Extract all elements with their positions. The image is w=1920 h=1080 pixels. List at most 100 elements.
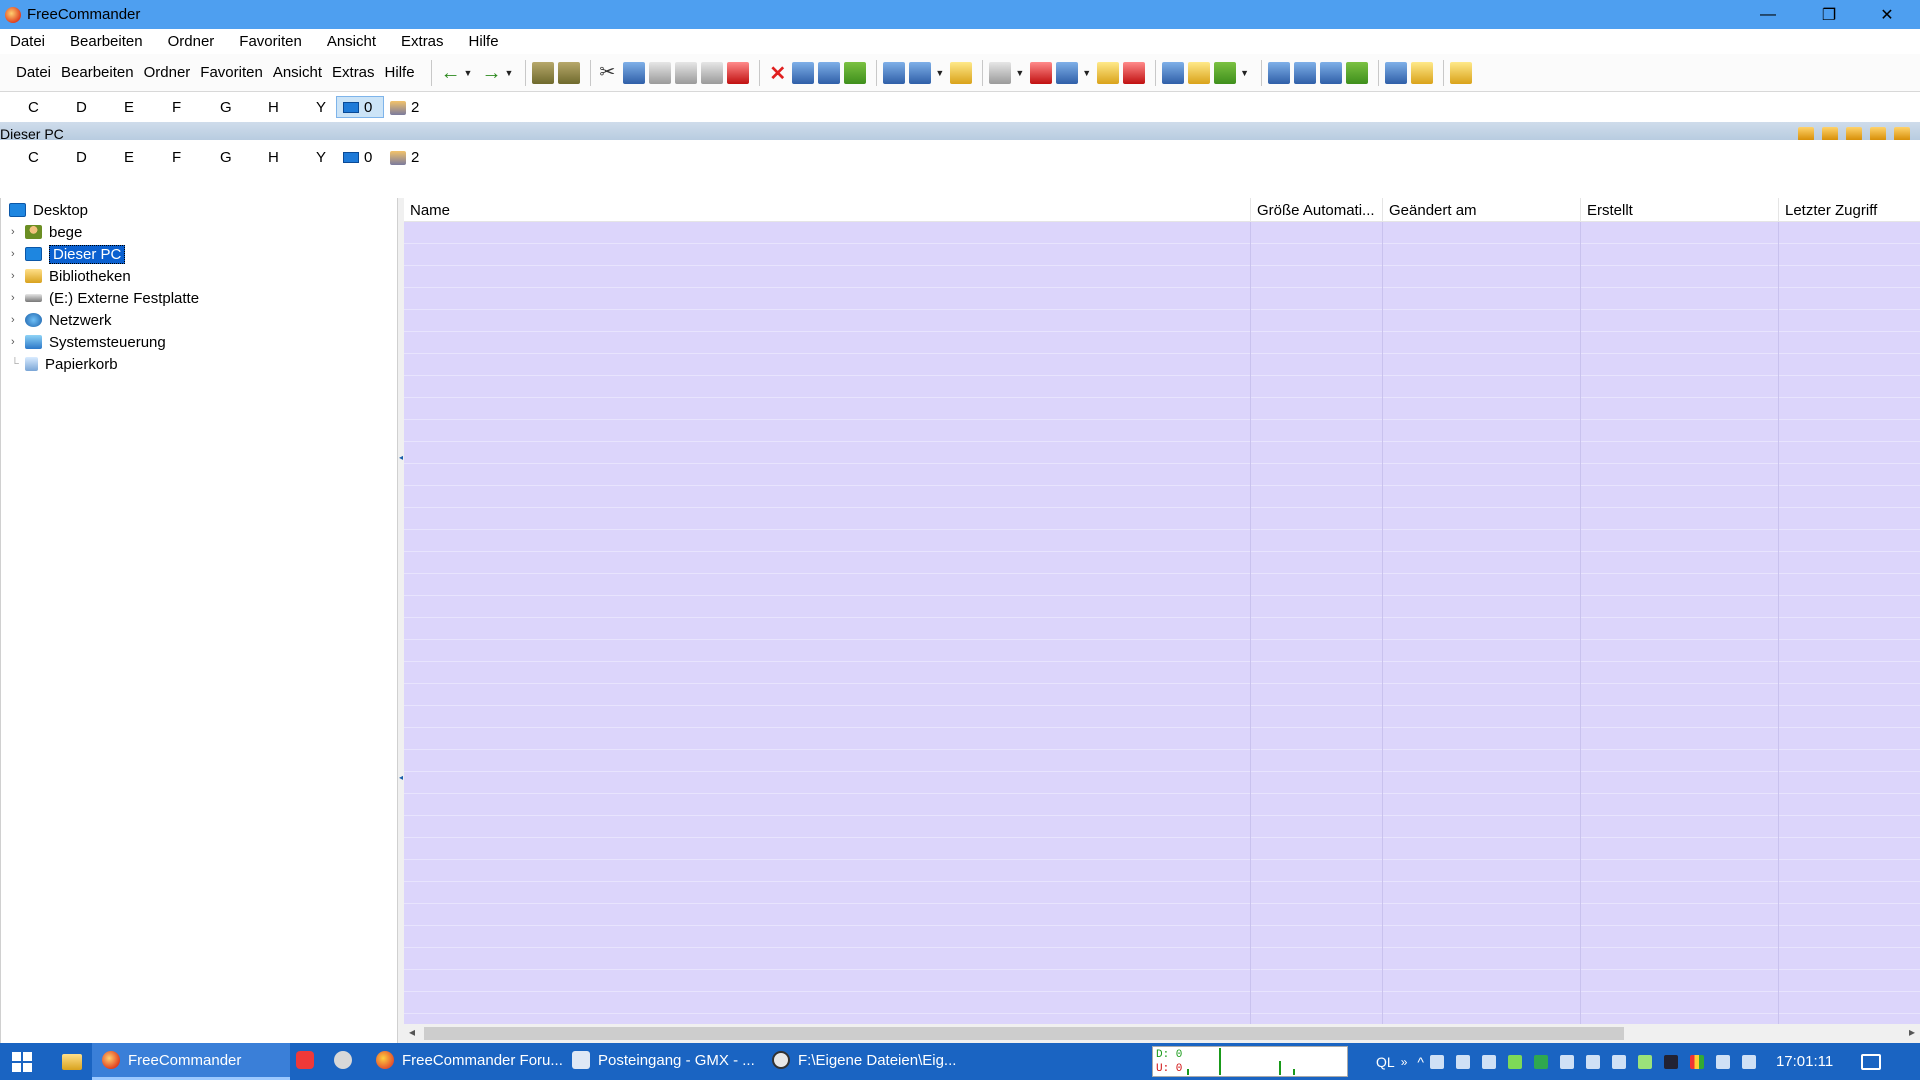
- drive-d-button[interactable]: D: [76, 149, 124, 166]
- back-arrow-icon[interactable]: [438, 62, 461, 85]
- column-header-size[interactable]: Größe Automati...: [1251, 198, 1383, 222]
- tree-node-dieser-pc[interactable]: › Dieser PC: [11, 243, 126, 265]
- tree-node-bibliotheken[interactable]: › Bibliotheken: [11, 265, 131, 287]
- hotlist-icon[interactable]: [1123, 61, 1146, 84]
- path-menu-icon[interactable]: [1894, 127, 1910, 140]
- tray-chat-icon[interactable]: [1611, 1054, 1626, 1069]
- drive-c-button[interactable]: C: [28, 99, 76, 116]
- current-path[interactable]: Dieser PC: [0, 126, 64, 140]
- forward-arrow-icon[interactable]: [478, 62, 501, 85]
- column-header-last-access[interactable]: Letzter Zugriff: [1779, 198, 1920, 222]
- pack-archive-icon[interactable]: [532, 61, 555, 84]
- drive-f-button[interactable]: F: [172, 149, 220, 166]
- menu-favoriten[interactable]: Favoriten: [239, 33, 315, 50]
- tree-node-desktop[interactable]: Desktop: [9, 199, 88, 221]
- network-drive-button[interactable]: 2: [390, 149, 438, 166]
- expand-chevron-icon[interactable]: ›: [11, 248, 21, 260]
- menu-ansicht[interactable]: Ansicht: [327, 33, 389, 50]
- column-header-name[interactable]: Name: [404, 198, 1251, 222]
- tray-keyboard-icon[interactable]: [1715, 1054, 1730, 1069]
- tray-app-icon[interactable]: [1559, 1054, 1574, 1069]
- path-home-icon[interactable]: [1870, 127, 1886, 140]
- settings-wand-icon[interactable]: [1411, 61, 1434, 84]
- this-pc-drive-button[interactable]: 0: [336, 149, 384, 166]
- file-explorer-icon[interactable]: [62, 1053, 82, 1070]
- quick-launch-label[interactable]: QL: [1376, 1054, 1395, 1070]
- delete-icon[interactable]: [766, 61, 788, 86]
- drive-e-button[interactable]: E: [124, 99, 172, 116]
- filter-icon[interactable]: [989, 61, 1012, 84]
- horizontal-scrollbar[interactable]: ◂ ▸: [404, 1024, 1920, 1043]
- multi-rename-icon[interactable]: [701, 61, 724, 84]
- tree-node-netzwerk[interactable]: › Netzwerk: [11, 309, 112, 331]
- favorites-icon[interactable]: [1030, 61, 1053, 84]
- properties-icon[interactable]: [909, 61, 932, 84]
- scroll-right-icon[interactable]: ▸: [1909, 1025, 1915, 1039]
- notifications-icon[interactable]: [1861, 1053, 1882, 1070]
- tray-lock-icon[interactable]: [1663, 1054, 1678, 1069]
- toolbar-menu-hilfe[interactable]: Hilfe: [385, 64, 415, 81]
- view-dropdown-icon[interactable]: ▼: [1240, 68, 1249, 78]
- copy-icon[interactable]: [623, 61, 646, 84]
- expand-chevron-icon[interactable]: ›: [11, 292, 21, 304]
- favorite-toolbar-icon[interactable]: [1056, 61, 1079, 84]
- vertical-split-icon[interactable]: [1294, 61, 1317, 84]
- tree-node-external-drive[interactable]: › (E:) Externe Festplatte: [11, 287, 199, 309]
- command-line-icon[interactable]: [1385, 61, 1408, 84]
- drive-c-button[interactable]: C: [28, 149, 76, 166]
- toolbar-menu-favoriten[interactable]: Favoriten: [200, 64, 263, 81]
- this-pc-drive-button[interactable]: 0: [336, 96, 384, 118]
- taskbar-item-mail[interactable]: Posteingang - GMX - ...: [562, 1043, 762, 1080]
- clock[interactable]: 17:01:11: [1776, 1053, 1833, 1070]
- drive-h-button[interactable]: H: [268, 149, 316, 166]
- toolbar-menu-ordner[interactable]: Ordner: [144, 64, 191, 81]
- drive-f-button[interactable]: F: [172, 99, 220, 116]
- toolbar-expand-icon[interactable]: »: [1401, 1055, 1408, 1069]
- drive-y-button[interactable]: Y: [316, 149, 336, 166]
- show-hidden-icons-icon[interactable]: ^: [1417, 1054, 1424, 1070]
- synchronize-icon[interactable]: [844, 61, 867, 84]
- path-history-icon[interactable]: [1846, 127, 1862, 140]
- favorites-dropdown-icon[interactable]: ▼: [1082, 68, 1091, 78]
- drive-g-button[interactable]: G: [220, 149, 268, 166]
- history-icon[interactable]: [1097, 61, 1120, 84]
- drive-e-button[interactable]: E: [124, 149, 172, 166]
- attributes-icon[interactable]: [727, 61, 750, 84]
- tray-app-icon[interactable]: [1507, 1054, 1522, 1069]
- taskbar-item-app[interactable]: [328, 1043, 366, 1080]
- new-folder-icon[interactable]: [950, 61, 973, 84]
- rename-icon[interactable]: [675, 61, 698, 84]
- drive-h-button[interactable]: H: [268, 99, 316, 116]
- path-favorites-icon[interactable]: [1822, 127, 1838, 140]
- expand-chevron-icon[interactable]: ›: [11, 336, 21, 348]
- menu-extras[interactable]: Extras: [401, 33, 457, 50]
- menu-datei[interactable]: Datei: [10, 33, 58, 50]
- windows-start-icon[interactable]: [12, 1051, 32, 1072]
- tree-node-bege[interactable]: › bege: [11, 221, 82, 243]
- refresh-icon[interactable]: [1346, 61, 1369, 84]
- toolbar-menu-datei[interactable]: Datei: [16, 64, 51, 81]
- network-drive-button[interactable]: 2: [390, 99, 438, 116]
- copy-to-icon[interactable]: [792, 61, 815, 84]
- file-list-body[interactable]: [404, 222, 1920, 1024]
- tray-app-icon[interactable]: [1637, 1054, 1652, 1069]
- taskbar-item-vivaldi[interactable]: [290, 1043, 328, 1080]
- wifi-icon[interactable]: [1741, 1054, 1756, 1069]
- tray-app-icon[interactable]: [1455, 1054, 1470, 1069]
- maximize-button[interactable]: ❐: [1806, 0, 1852, 29]
- view-details-icon[interactable]: [1162, 61, 1185, 84]
- taskbar-item-firefox[interactable]: FreeCommander Foru...: [366, 1043, 562, 1080]
- view-list-icon[interactable]: [1214, 61, 1237, 84]
- menu-ordner[interactable]: Ordner: [168, 33, 228, 50]
- toolbar-menu-bearbeiten[interactable]: Bearbeiten: [61, 64, 134, 81]
- menu-hilfe[interactable]: Hilfe: [469, 33, 512, 50]
- unpack-archive-icon[interactable]: [558, 61, 581, 84]
- cut-icon[interactable]: [597, 61, 619, 84]
- properties-dropdown-icon[interactable]: ▼: [935, 68, 944, 78]
- path-folder-up-icon[interactable]: [1798, 127, 1814, 140]
- tray-app-icon[interactable]: [1429, 1054, 1444, 1069]
- expand-chevron-icon[interactable]: ›: [11, 226, 21, 238]
- close-button[interactable]: ✕: [1864, 0, 1910, 29]
- swap-panels-icon[interactable]: [1320, 61, 1343, 84]
- view-tree-icon[interactable]: [1188, 61, 1211, 84]
